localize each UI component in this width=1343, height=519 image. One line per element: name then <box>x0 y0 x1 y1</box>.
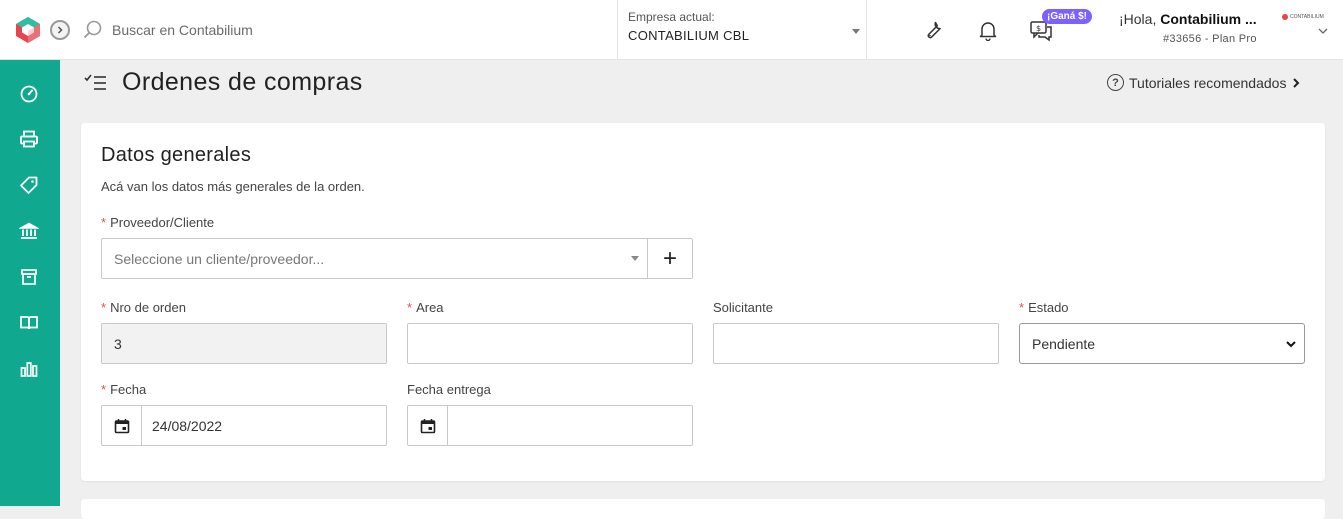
search-input[interactable] <box>112 18 572 42</box>
sidebar-item-sales[interactable] <box>18 128 40 150</box>
order-number-label: * Nro de orden <box>101 300 186 315</box>
date-value: 24/08/2022 <box>152 417 223 434</box>
section-subtitle: Acá van los datos más generales de la or… <box>101 179 365 194</box>
top-bar: Empresa actual: CONTABILIUM CBL $ ¡Ganá … <box>0 0 1343 60</box>
bar-chart-icon <box>20 362 38 377</box>
required-mark: * <box>407 300 413 315</box>
delivery-date-label: Fecha entrega <box>407 382 491 397</box>
date-field[interactable]: 24/08/2022 <box>101 405 387 446</box>
menu-list-icon[interactable] <box>84 72 108 94</box>
order-number-label-text: Nro de orden <box>110 300 186 315</box>
company-label: Empresa actual: <box>628 10 715 24</box>
status-label: * Estado <box>1019 300 1069 315</box>
dashboard-icon <box>20 85 38 103</box>
required-mark: * <box>1019 300 1025 315</box>
search-icon <box>83 20 102 39</box>
chevron-down-icon <box>631 256 639 261</box>
required-mark: * <box>101 215 107 230</box>
help-icon: ? <box>1107 74 1124 91</box>
section-title: Datos generales <box>101 144 252 166</box>
svg-text:$: $ <box>1036 24 1041 33</box>
tag-icon <box>20 176 38 194</box>
bell-icon[interactable] <box>975 17 1001 43</box>
company-selector[interactable]: Empresa actual: CONTABILIUM CBL <box>617 0 867 60</box>
calendar-icon[interactable] <box>408 405 448 446</box>
delivery-date-field[interactable] <box>407 405 693 446</box>
company-logo-text: CONTABILIUM <box>1290 14 1324 20</box>
date-label: * Fecha <box>101 382 146 397</box>
contabilium-logo[interactable] <box>14 16 42 44</box>
book-icon <box>20 316 38 330</box>
area-field[interactable] <box>407 323 693 364</box>
provider-select[interactable]: Seleccione un cliente/proveedor... <box>101 238 648 279</box>
calendar-icon[interactable] <box>102 405 142 446</box>
status-select[interactable]: Pendiente <box>1019 323 1305 364</box>
provider-placeholder: Seleccione un cliente/proveedor... <box>114 250 325 267</box>
page-title: Ordenes de compras <box>122 68 363 96</box>
next-section-card <box>81 499 1325 519</box>
sidebar-item-dashboard[interactable] <box>18 82 40 104</box>
sidebar-item-banks[interactable] <box>18 220 40 242</box>
area-label: * Area <box>407 300 444 315</box>
company-logo: CONTABILIUM <box>1282 14 1324 20</box>
sidebar-item-reports[interactable] <box>18 358 40 380</box>
sidebar <box>0 60 60 506</box>
logo-dot-icon <box>1282 14 1288 20</box>
order-number-field: 3 <box>101 323 387 364</box>
user-plan: #33656 - Plan Pro <box>1163 33 1257 45</box>
requester-field[interactable] <box>713 323 999 364</box>
required-mark: * <box>101 300 107 315</box>
area-label-text: Area <box>416 300 444 315</box>
user-name: Contabilium ... <box>1160 11 1257 27</box>
requester-label: Solicitante <box>713 300 773 315</box>
user-greeting[interactable]: ¡Hola, Contabilium ... <box>1119 11 1257 27</box>
provider-label: * Proveedor/Cliente <box>101 215 214 230</box>
chevron-right-icon <box>57 26 63 34</box>
required-mark: * <box>101 382 107 397</box>
status-value: Pendiente <box>1032 335 1096 352</box>
chevron-down-icon <box>1286 341 1296 348</box>
status-label-text: Estado <box>1028 300 1069 315</box>
add-provider-button[interactable]: + <box>647 238 693 279</box>
greeting-text: ¡Hola, <box>1119 11 1157 27</box>
wrench-icon[interactable] <box>920 17 946 43</box>
chevron-down-icon[interactable] <box>1318 26 1328 36</box>
tutorials-link[interactable]: ? Tutoriales recomendados <box>1107 74 1301 91</box>
sidebar-item-products[interactable] <box>18 174 40 196</box>
box-icon <box>21 269 37 285</box>
chevron-down-icon <box>852 29 860 34</box>
chevron-right-icon <box>1293 77 1300 88</box>
promo-badge[interactable]: ¡Ganá $! <box>1042 9 1093 24</box>
company-value: CONTABILIUM CBL <box>628 28 750 43</box>
tutorials-label: Tutoriales recomendados <box>1129 74 1287 91</box>
general-data-card: Datos generales Acá van los datos más ge… <box>81 123 1325 481</box>
collapse-sidebar-button[interactable] <box>50 20 70 40</box>
date-label-text: Fecha <box>110 382 147 397</box>
sidebar-item-inventory[interactable] <box>18 266 40 288</box>
sidebar-item-accounting[interactable] <box>18 312 40 334</box>
printer-icon <box>20 130 38 148</box>
provider-label-text: Proveedor/Cliente <box>110 215 215 230</box>
bank-icon <box>19 222 39 239</box>
